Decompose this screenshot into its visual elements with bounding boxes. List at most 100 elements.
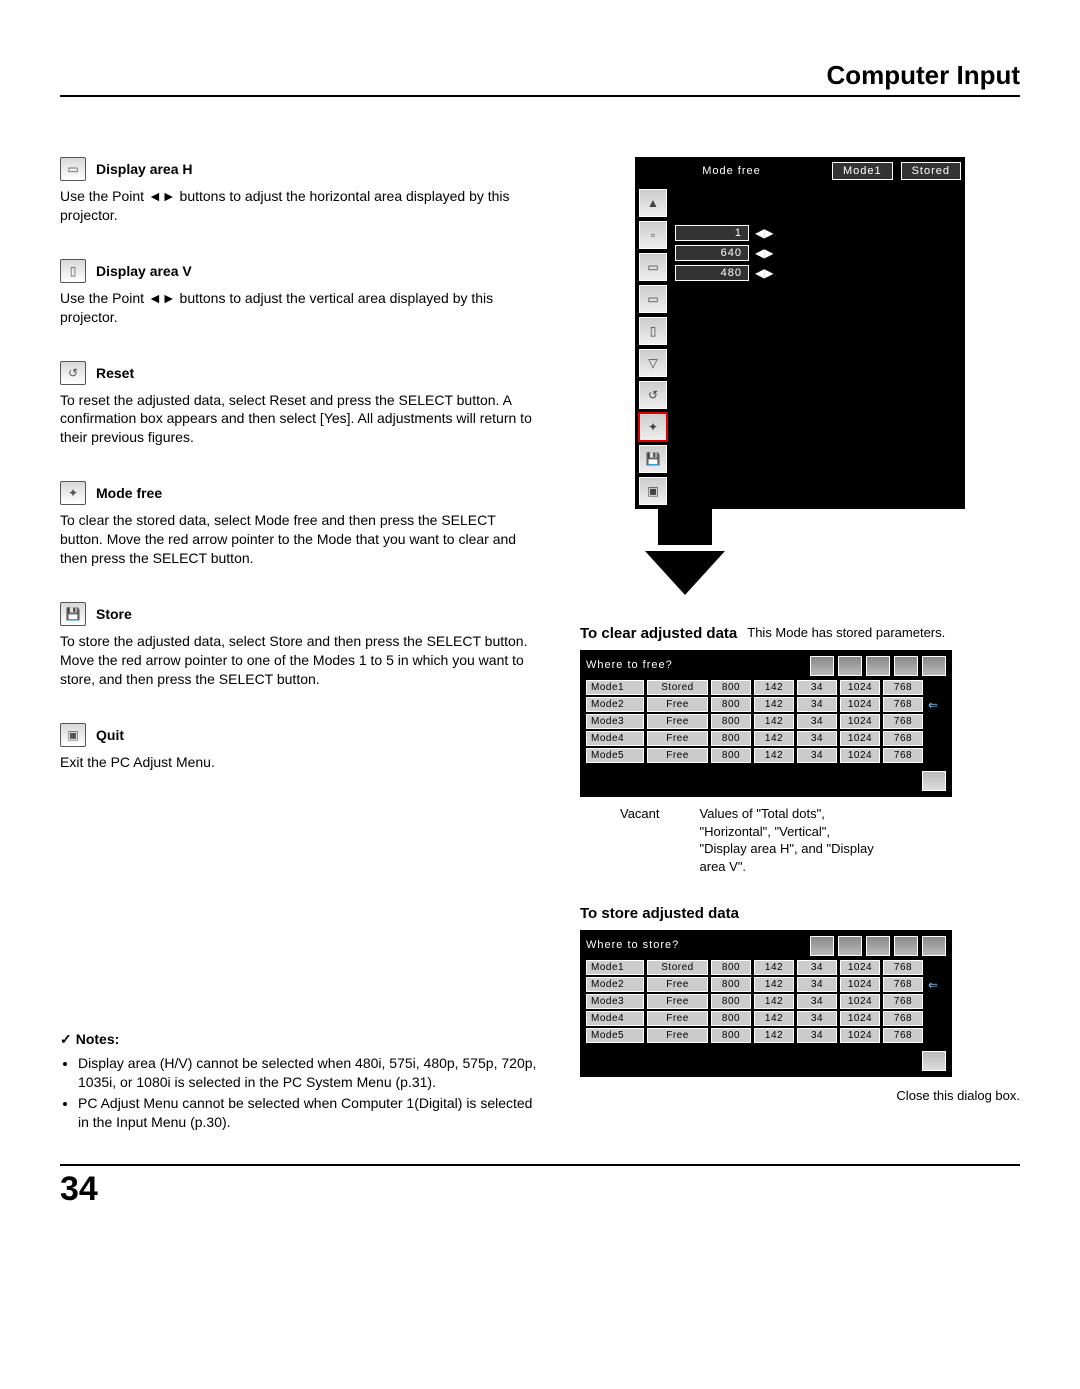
notes-item-1: Display area (H/V) cannot be selected wh… — [78, 1054, 540, 1092]
section-modefree-title: Mode free — [96, 485, 162, 501]
table-cell-mode: Mode2 — [586, 697, 644, 712]
table-cell-mode: Mode4 — [586, 731, 644, 746]
table-cell-status: Free — [647, 697, 708, 712]
clear-note: This Mode has stored parameters. — [747, 625, 945, 642]
table-cell-value: 800 — [711, 977, 751, 992]
table-row[interactable]: Mode1Stored800142341024768 — [586, 960, 946, 975]
section-display-h-body: Use the Point ◄► buttons to adjust the h… — [60, 187, 540, 225]
table-cell-value: 34 — [797, 977, 837, 992]
side-down-icon[interactable]: ▽ — [639, 349, 667, 377]
osd-panel: Mode free Mode1 Stored ▲ ▫ ▭ ▭ ▯ ▽ ↺ ✦ 💾 — [635, 157, 965, 595]
table-cell-status: Free — [647, 994, 708, 1009]
store-heading: To store adjusted data — [580, 905, 1020, 922]
table-cell-value: 768 — [883, 994, 923, 1009]
page-number: 34 — [60, 1164, 1020, 1209]
table-head-icon — [894, 656, 918, 676]
table-cell-value: 800 — [711, 960, 751, 975]
table-cell-value: 768 — [883, 680, 923, 695]
table-row[interactable]: Mode4Free800142341024768 — [586, 1011, 946, 1026]
table-cell-value: 1024 — [840, 680, 880, 695]
callout-vacant: Vacant — [620, 805, 660, 875]
table-cell-value: 800 — [711, 1028, 751, 1043]
table-cell-value: 1024 — [840, 748, 880, 763]
table-row[interactable]: Mode5Free800142341024768 — [586, 748, 946, 763]
side-modefree-icon[interactable]: ✦ — [639, 413, 667, 441]
side-quit-icon[interactable]: ▣ — [639, 477, 667, 505]
osd-value-1: 1 — [675, 225, 749, 241]
display-v-icon: ▯ — [60, 259, 86, 283]
table-cell-value: 142 — [754, 714, 794, 729]
reset-icon: ↺ — [60, 361, 86, 385]
table-row[interactable]: Mode2Free800142341024768⇐ — [586, 977, 946, 992]
table-cell-value: 1024 — [840, 1011, 880, 1026]
table-cell-value: 768 — [883, 960, 923, 975]
table-head-icon — [894, 936, 918, 956]
table-head-icon — [866, 936, 890, 956]
table-cell-value: 768 — [883, 977, 923, 992]
down-arrow-stem — [658, 509, 712, 545]
osd-status-box: Stored — [901, 162, 961, 180]
table-head-icon — [922, 656, 946, 676]
table-head-icon — [866, 656, 890, 676]
table-cell-value: 768 — [883, 1011, 923, 1026]
table-cell-value: 768 — [883, 714, 923, 729]
table-cell-value: 1024 — [840, 977, 880, 992]
row-arrow-icon: ⇐ — [926, 978, 938, 992]
row-arrow-icon: ⇐ — [926, 698, 938, 712]
side-icon-2[interactable]: ▭ — [639, 253, 667, 281]
clear-table-title: Where to free? — [586, 659, 673, 671]
table-cell-value: 142 — [754, 748, 794, 763]
callout-close: Close this dialog box. — [580, 1087, 1020, 1105]
notes-block: ✓Notes: Display area (H/V) cannot be sel… — [60, 1031, 540, 1132]
table-cell-value: 1024 — [840, 714, 880, 729]
store-quit-icon[interactable] — [922, 1051, 946, 1071]
callout-values: Values of "Total dots", "Horizontal", "V… — [700, 805, 880, 875]
table-cell-value: 800 — [711, 714, 751, 729]
table-row[interactable]: Mode4Free800142341024768 — [586, 731, 946, 746]
table-cell-mode: Mode3 — [586, 714, 644, 729]
table-cell-value: 1024 — [840, 960, 880, 975]
table-cell-value: 768 — [883, 1028, 923, 1043]
mode-free-icon: ✦ — [60, 481, 86, 505]
table-cell-value: 800 — [711, 680, 751, 695]
table-cell-value: 1024 — [840, 697, 880, 712]
side-reset-icon[interactable]: ↺ — [639, 381, 667, 409]
table-row[interactable]: Mode3Free800142341024768 — [586, 994, 946, 1009]
side-icon-3[interactable]: ▭ — [639, 285, 667, 313]
table-cell-status: Stored — [647, 680, 708, 695]
table-row[interactable]: Mode5Free800142341024768 — [586, 1028, 946, 1043]
table-cell-value: 34 — [797, 714, 837, 729]
side-store-icon[interactable]: 💾 — [639, 445, 667, 473]
table-cell-value: 768 — [883, 748, 923, 763]
table-cell-status: Free — [647, 748, 708, 763]
check-icon: ✓ — [60, 1031, 72, 1047]
lr-arrows-icon: ◀▶ — [755, 266, 773, 280]
table-cell-value: 142 — [754, 994, 794, 1009]
table-cell-mode: Mode3 — [586, 994, 644, 1009]
table-head-icon — [810, 656, 834, 676]
section-store-body: To store the adjusted data, select Store… — [60, 632, 540, 689]
table-cell-value: 142 — [754, 731, 794, 746]
table-cell-mode: Mode5 — [586, 748, 644, 763]
section-store-title: Store — [96, 606, 132, 622]
table-cell-value: 34 — [797, 748, 837, 763]
side-icon-1[interactable]: ▫ — [639, 221, 667, 249]
table-cell-status: Free — [647, 731, 708, 746]
table-cell-value: 768 — [883, 697, 923, 712]
table-cell-value: 1024 — [840, 994, 880, 1009]
display-h-icon: ▭ — [60, 157, 86, 181]
notes-title: Notes: — [76, 1031, 120, 1047]
section-modefree-body: To clear the stored data, select Mode fr… — [60, 511, 540, 568]
table-cell-value: 34 — [797, 1011, 837, 1026]
down-arrow-icon — [645, 551, 725, 595]
table-cell-status: Free — [647, 1011, 708, 1026]
side-icon-4[interactable]: ▯ — [639, 317, 667, 345]
side-up-icon[interactable]: ▲ — [639, 189, 667, 217]
page-title: Computer Input — [60, 60, 1020, 97]
clear-quit-icon[interactable] — [922, 771, 946, 791]
table-row[interactable]: Mode2Free800142341024768⇐ — [586, 697, 946, 712]
table-row[interactable]: Mode3Free800142341024768 — [586, 714, 946, 729]
notes-item-2: PC Adjust Menu cannot be selected when C… — [78, 1094, 540, 1132]
table-cell-mode: Mode1 — [586, 960, 644, 975]
table-row[interactable]: Mode1Stored800142341024768 — [586, 680, 946, 695]
